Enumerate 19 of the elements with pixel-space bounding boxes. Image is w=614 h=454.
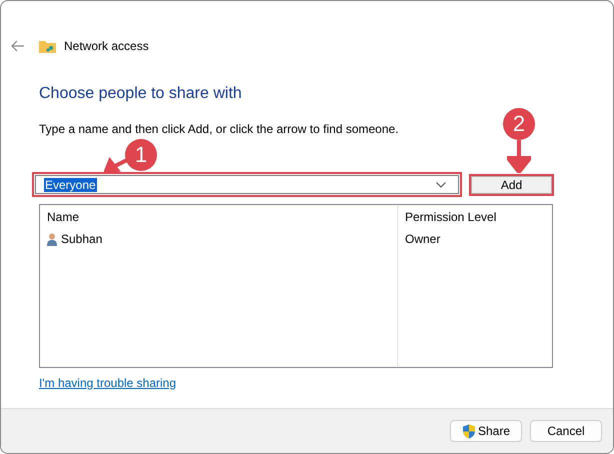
column-header[interactable]: Permission Level — [398, 205, 552, 228]
field-value: Everyone — [44, 178, 97, 192]
share-button[interactable]: Share — [450, 420, 522, 442]
user-icon — [47, 232, 57, 246]
add-button[interactable]: Add — [469, 174, 554, 196]
folder-icon — [39, 39, 56, 53]
help-link[interactable]: I'm having trouble sharing — [39, 376, 176, 390]
cancel-button[interactable]: Cancel — [530, 420, 602, 442]
instruction-text: Type a name and then click Add, or click the arrow to find someone. — [39, 122, 399, 136]
name-combo-box[interactable]: Everyone — [32, 172, 462, 197]
column-header[interactable]: Name — [40, 205, 398, 228]
callout-arrow — [507, 140, 531, 173]
shield-icon — [462, 424, 476, 438]
window-title: Network access — [64, 39, 149, 53]
back-arrow-icon[interactable] — [11, 40, 25, 52]
table-cell: Subhan — [61, 232, 102, 246]
dropdown-caret-icon[interactable] — [436, 182, 446, 188]
table-cell: Owner — [405, 232, 440, 246]
dialog-heading: Choose people to share with — [39, 85, 243, 103]
